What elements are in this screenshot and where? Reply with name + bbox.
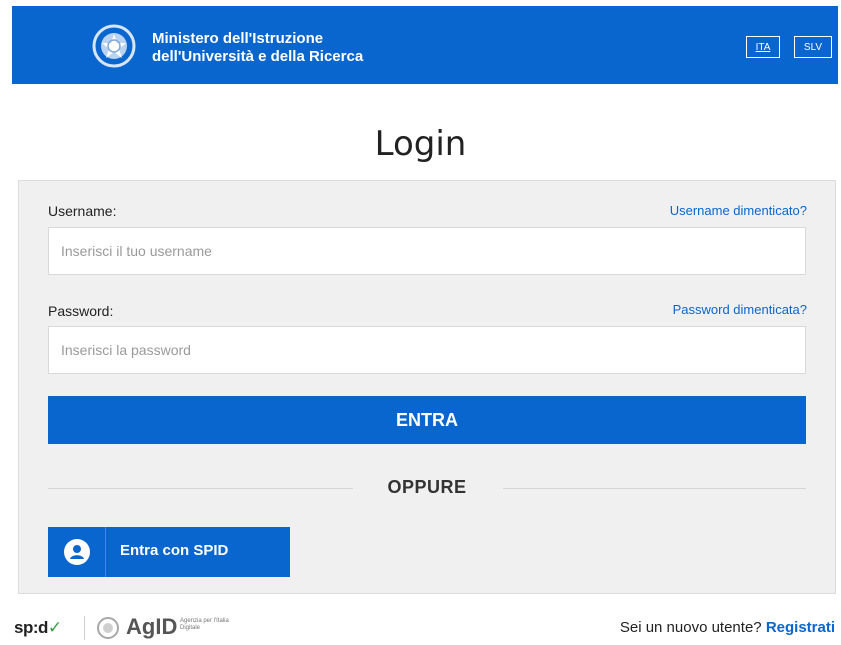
check-icon: ✓ xyxy=(47,618,62,637)
agid-logo-text: AgID xyxy=(126,614,178,639)
language-ita-button[interactable]: ITA xyxy=(746,36,780,58)
language-slv-button[interactable]: SLV xyxy=(794,36,832,58)
italian-republic-emblem-icon xyxy=(92,24,136,68)
ministry-name-line2: dell'Università e della Ricerca xyxy=(152,48,364,65)
spid-logo: sp:d✓ xyxy=(14,618,62,638)
left-margin xyxy=(0,0,10,645)
new-user-text: Sei un nuovo utente? xyxy=(619,619,762,636)
spid-logo-text: sp:d xyxy=(14,618,48,637)
new-user-prompt: Sei un nuovo utente? Registrati xyxy=(620,619,835,636)
username-label: Username: xyxy=(48,203,117,219)
register-link[interactable]: Registrati xyxy=(766,619,835,636)
password-label: Password: xyxy=(48,303,114,319)
spid-button-label: Entra con SPID xyxy=(120,542,229,559)
login-form-panel: Username: Username dimenticato? Password… xyxy=(18,180,836,594)
agid-logo-icon xyxy=(97,617,119,639)
ministry-name[interactable]: Ministero dell'Istruzione dell'Universit… xyxy=(152,30,363,66)
divider-right xyxy=(503,488,806,489)
password-input[interactable] xyxy=(48,326,806,374)
footer-separator xyxy=(84,616,85,640)
login-submit-button[interactable]: ENTRA xyxy=(48,396,806,444)
spid-icon-container xyxy=(48,527,106,577)
ministry-name-line1: Ministero dell'Istruzione xyxy=(152,30,324,47)
username-input[interactable] xyxy=(48,227,806,275)
password-forgot-link[interactable]: Password dimenticata? xyxy=(673,302,807,317)
user-icon xyxy=(64,539,90,565)
username-forgot-link[interactable]: Username dimenticato? xyxy=(670,203,807,218)
spid-login-button[interactable]: Entra con SPID xyxy=(48,527,290,577)
page-title: Login xyxy=(374,124,467,164)
agid-logo-subtitle: Agenzia per l'Italia Digitale xyxy=(180,618,229,631)
site-header: Ministero dell'Istruzione dell'Universit… xyxy=(12,6,838,84)
